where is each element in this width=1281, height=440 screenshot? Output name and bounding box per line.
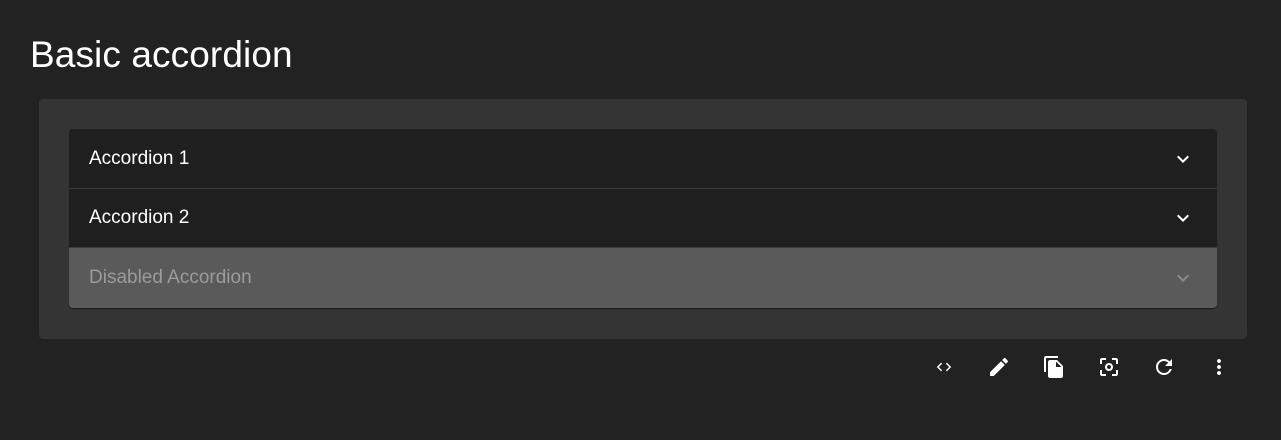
accordion-item-label: Disabled Accordion [89,267,252,288]
code-icon [932,355,956,379]
edit-button[interactable] [985,353,1013,381]
chevron-down-icon [1171,147,1195,171]
copy-icon [1042,355,1066,379]
page-title: Basic accordion [30,34,293,75]
demo-panel: Accordion 1 Accordion 2 Disabled Accordi… [39,99,1247,339]
accordion-item-1[interactable]: Accordion 1 [69,129,1217,188]
edit-pencil-icon [987,355,1011,379]
accordion-item-label: Accordion 2 [89,207,190,228]
accordion-item-2[interactable]: Accordion 2 [69,188,1217,247]
page: Basic accordion Accordion 1 Accordion 2 … [0,0,1281,440]
copy-button[interactable] [1040,353,1068,381]
accordion: Accordion 1 Accordion 2 Disabled Accordi… [69,129,1217,308]
demo-toolbar [930,353,1234,381]
screenshot-icon [1097,355,1121,379]
screenshot-button[interactable] [1095,353,1123,381]
accordion-item-disabled: Disabled Accordion [69,247,1217,308]
more-vertical-icon [1207,355,1231,379]
refresh-button[interactable] [1150,353,1178,381]
more-options-button[interactable] [1205,353,1233,381]
view-source-button[interactable] [930,353,958,381]
chevron-down-icon [1171,206,1195,230]
refresh-icon [1152,355,1176,379]
chevron-down-icon [1171,266,1195,290]
accordion-item-label: Accordion 1 [89,147,190,169]
